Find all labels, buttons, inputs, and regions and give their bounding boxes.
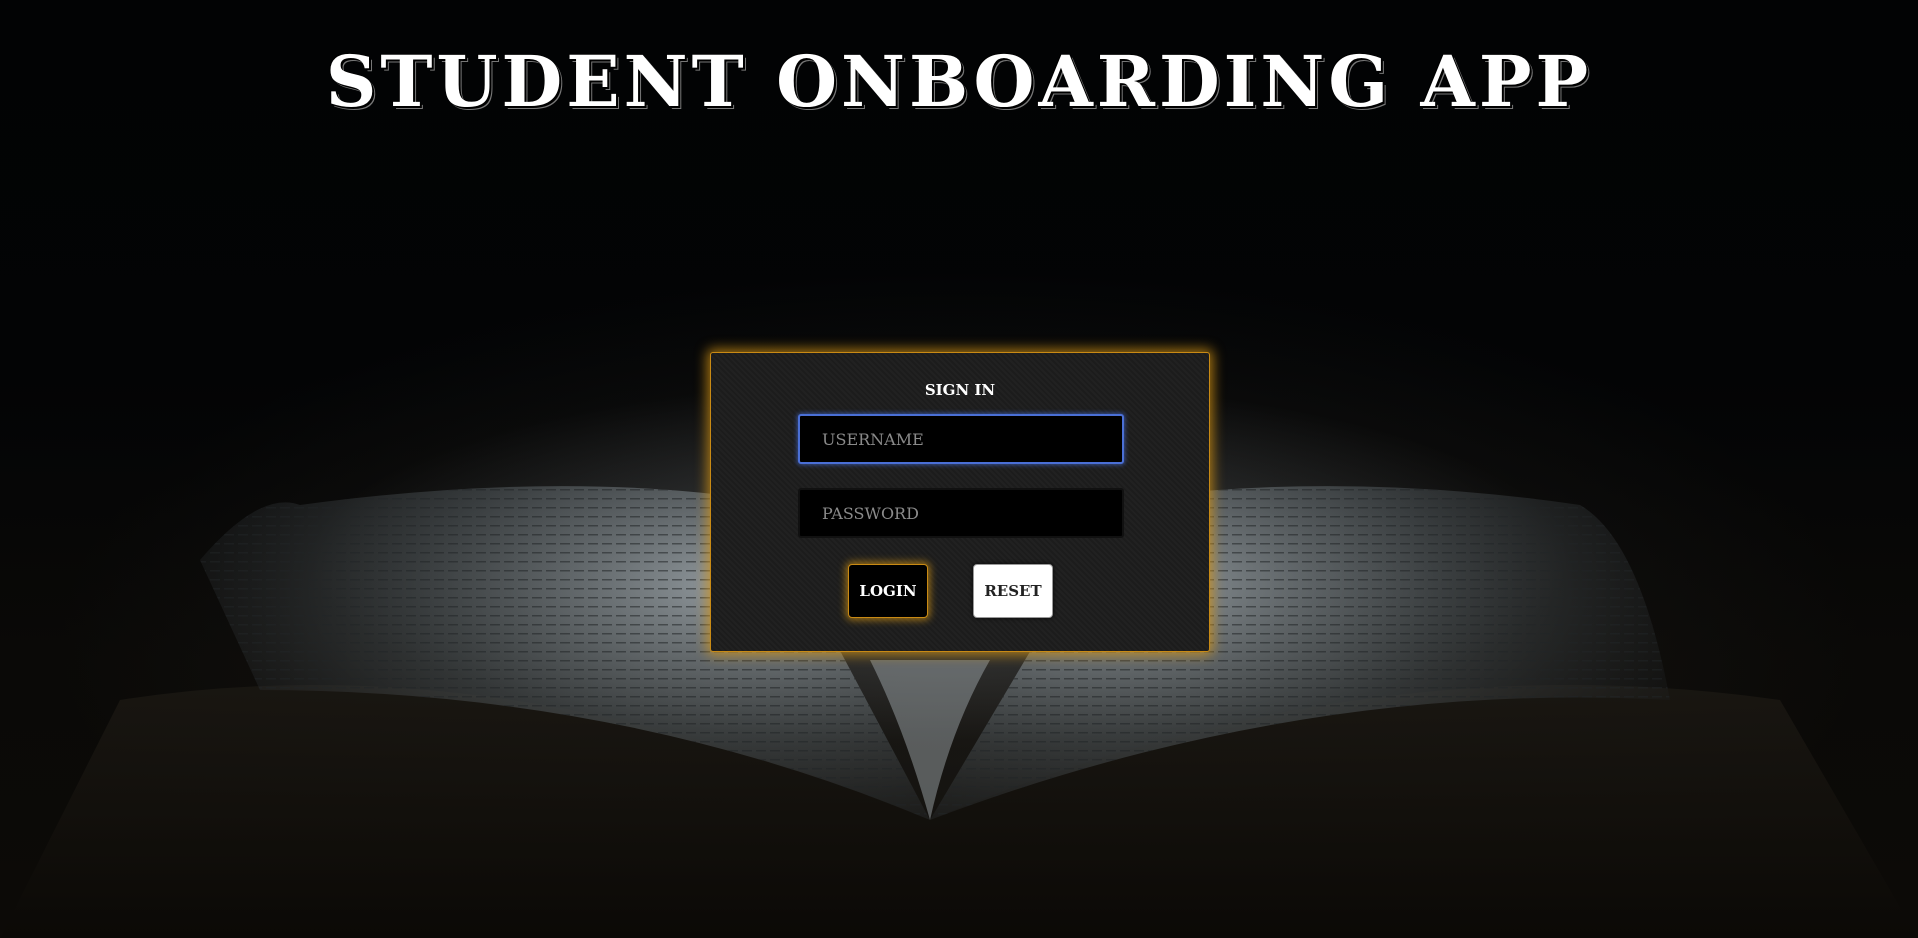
sign-in-card: SIGN IN LOGIN RESET <box>710 352 1210 652</box>
login-button[interactable]: LOGIN <box>848 564 928 618</box>
password-input[interactable] <box>798 488 1124 538</box>
username-input[interactable] <box>798 414 1124 464</box>
reset-button[interactable]: RESET <box>973 564 1053 618</box>
login-page: STUDENT ONBOARDING APP SIGN IN LOGIN RES… <box>0 0 1918 938</box>
sign-in-heading: SIGN IN <box>924 381 996 399</box>
app-title: STUDENT ONBOARDING APP <box>325 40 1593 123</box>
